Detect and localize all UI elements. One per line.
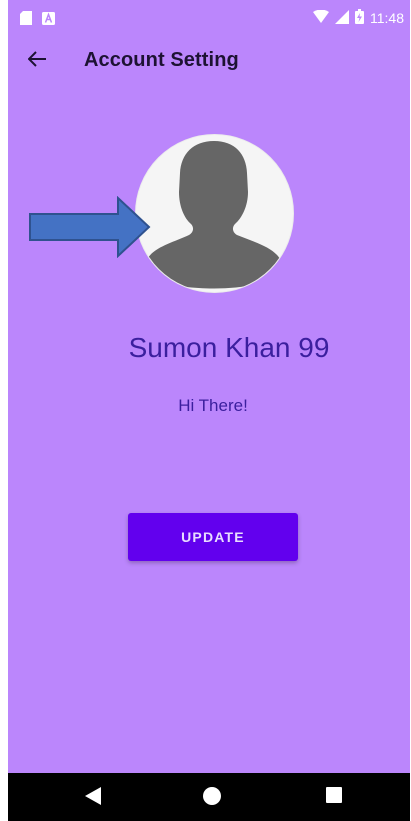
account-setting-screen: 11:48 Account Setting Sumon Khan 99 Hi T… [8,0,410,821]
profile-status: Hi There! [178,396,248,415]
back-button[interactable] [22,47,52,75]
profile-name: Sumon Khan 99 [128,332,330,363]
battery-charging-icon [355,9,364,27]
arrow-back-icon [27,50,46,72]
navigation-bar [8,773,410,821]
sd-card-icon [20,11,32,28]
home-circle-icon[interactable] [203,787,221,810]
page-title: Account Setting [84,49,239,71]
blue-arrow-icon [28,195,153,263]
app-bar: Account Setting [8,37,410,85]
person-placeholder-icon [136,141,293,292]
profile-avatar[interactable] [135,134,294,293]
status-time: 11:48 [370,10,404,26]
recents-square-icon[interactable] [326,787,342,808]
back-triangle-icon[interactable] [85,787,101,810]
wifi-icon [313,9,329,26]
a-notification-icon [42,11,55,28]
signal-icon [335,9,349,27]
status-bar: 11:48 [8,0,410,37]
update-button[interactable]: UPDATE [128,513,298,561]
